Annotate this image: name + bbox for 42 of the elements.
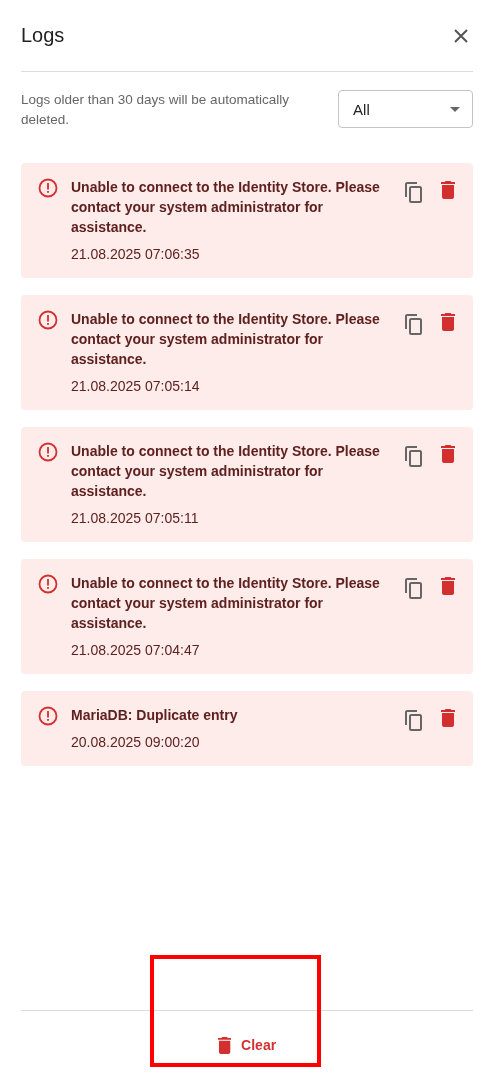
- error-icon: [38, 310, 58, 330]
- error-icon: [38, 178, 58, 198]
- copy-icon: [403, 709, 424, 731]
- copy-button[interactable]: [403, 313, 424, 335]
- caret-icon: [450, 106, 460, 112]
- copy-icon: [403, 181, 424, 203]
- log-timestamp: 20.08.2025 09:00:20: [71, 733, 201, 752]
- error-icon: [38, 574, 58, 594]
- trash-icon: [440, 181, 455, 199]
- copy-button[interactable]: [403, 445, 424, 467]
- copy-icon: [403, 445, 424, 467]
- delete-button[interactable]: [440, 445, 455, 463]
- trash-icon: [440, 445, 455, 463]
- log-message: Unable to connect to the Identity Store. Please contact your system administrator for assistance.: [71, 574, 381, 633]
- log-message: Unable to connect to the Identity Store. Please contact your system administrator for assistance.: [71, 310, 381, 369]
- log-timestamp: 21.08.2025 07:04:47: [71, 641, 201, 660]
- clear-button[interactable]: Clear: [209, 1030, 285, 1060]
- copy-button[interactable]: [403, 709, 424, 731]
- copy-icon: [403, 577, 424, 599]
- close-icon: [453, 27, 469, 44]
- log-message: Unable to connect to the Identity Store. Please contact your system administrator for assistance.: [71, 442, 381, 501]
- delete-button[interactable]: [440, 709, 455, 727]
- trash-icon: [217, 1036, 232, 1054]
- log-timestamp: 21.08.2025 07:05:14: [71, 377, 201, 396]
- delete-button[interactable]: [440, 181, 455, 199]
- log-message: Unable to connect to the Identity Store. Please contact your system administrator for assistance.: [71, 178, 381, 237]
- error-icon: [38, 442, 58, 462]
- delete-button[interactable]: [440, 577, 455, 595]
- log-timestamp: 21.08.2025 07:06:35: [71, 245, 201, 264]
- filter-select[interactable]: All: [338, 90, 473, 128]
- dialog-title: Logs: [21, 24, 65, 47]
- copy-button[interactable]: [403, 181, 424, 203]
- copy-button[interactable]: [403, 577, 424, 599]
- log-timestamp: 21.08.2025 07:05:11: [71, 509, 200, 528]
- delete-button[interactable]: [440, 313, 455, 331]
- retention-notice: Logs older than 30 days will be automatically deleted.: [21, 91, 290, 129]
- trash-icon: [440, 577, 455, 595]
- trash-icon: [440, 709, 455, 727]
- log-message: MariaDB: Duplicate entry: [71, 706, 239, 725]
- trash-icon: [440, 313, 455, 331]
- error-icon: [38, 706, 58, 726]
- copy-icon: [403, 313, 424, 335]
